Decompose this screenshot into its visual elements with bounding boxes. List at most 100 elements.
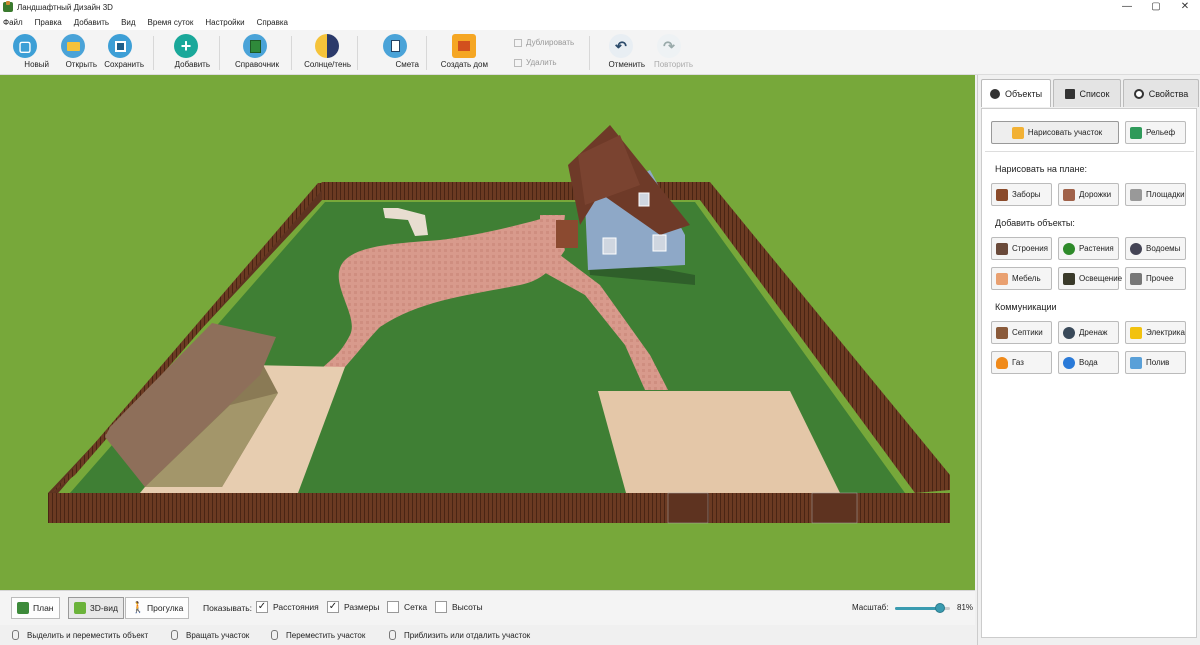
estimate-button[interactable]: Смета (371, 34, 419, 72)
tab-objects[interactable]: Объекты (981, 79, 1051, 107)
fences-button[interactable]: Заборы (991, 183, 1052, 206)
3d-viewport[interactable]: ⟲ ✋ ⁄ T ▣ ≋ (0, 75, 975, 590)
drainage-button[interactable]: Дренаж (1058, 321, 1119, 344)
area-icon (1130, 188, 1142, 201)
status-hint-rotate: Вращать участок (171, 630, 249, 640)
toolbar-divider (291, 36, 292, 70)
open-button[interactable]: Открыть (49, 34, 97, 72)
house-icon (452, 34, 476, 58)
maximize-button[interactable]: ▢ (1141, 0, 1171, 14)
draw-plot-icon (1011, 126, 1024, 139)
divider (985, 151, 1194, 152)
house-window (652, 234, 667, 252)
menu-time-of-day[interactable]: Время суток (148, 18, 194, 27)
plan-icon (17, 602, 29, 614)
status-bar: Выделить и переместить объект Вращать уч… (0, 625, 975, 645)
communications-heading: Коммуникации (995, 302, 1057, 312)
septic-button[interactable]: Септики (991, 321, 1052, 344)
gear-icon (1133, 88, 1144, 99)
objects-panel: Нарисовать участок Рельеф Нарисовать на … (981, 108, 1197, 638)
landscape-scene (48, 125, 950, 524)
add-button[interactable]: + Добавить (162, 34, 210, 72)
gas-button[interactable]: Газ (991, 351, 1052, 374)
book-icon (243, 34, 267, 58)
lamp-icon (1063, 272, 1075, 285)
watering-button[interactable]: Полив (1125, 351, 1186, 374)
buildings-button[interactable]: Строения (991, 237, 1052, 260)
draw-on-plan-heading: Нарисовать на плане: (995, 164, 1088, 174)
scale-slider-fill (895, 607, 940, 610)
water-button[interactable]: Вода (1058, 351, 1119, 374)
fence-icon (996, 188, 1008, 201)
walk-view-button[interactable]: 🚶 Прогулка (125, 597, 190, 619)
folder-icon (61, 34, 85, 58)
scale-slider[interactable] (895, 603, 950, 613)
panel-tabs: Объекты Список Свойства (981, 79, 1200, 107)
water-drop-icon (1063, 356, 1075, 369)
toolbar-divider (219, 36, 220, 70)
other-icon (1130, 272, 1142, 285)
checkmark-icon: ✓ (256, 601, 268, 613)
heights-checkbox[interactable]: Высоты (435, 601, 483, 613)
view-bar: План 3D-вид 🚶 Прогулка Показывать: ✓ Расс… (0, 590, 975, 625)
save-button[interactable]: Сохранить (96, 34, 144, 72)
pipe-icon (996, 326, 1008, 339)
areas-button[interactable]: Площадки (1125, 183, 1186, 206)
sun-shadow-button[interactable]: Солнце/тень (303, 34, 351, 72)
app-logo-icon (3, 1, 13, 12)
plants-button[interactable]: Растения (1058, 237, 1119, 260)
redo-icon: ↷ (657, 34, 681, 58)
tab-list[interactable]: Список (1053, 79, 1121, 107)
paths-button[interactable]: Дорожки (1058, 183, 1119, 206)
duplicate-button[interactable]: Дублировать (514, 38, 574, 47)
mountain-icon (1130, 126, 1142, 139)
menu-help[interactable]: Справка (257, 18, 288, 27)
create-house-button[interactable]: Создать дом (440, 34, 488, 72)
layers-icon (1064, 88, 1075, 99)
relief-button[interactable]: Рельеф (1125, 121, 1186, 144)
title-bar: Ландшафтный Дизайн 3D — ▢ ✕ (0, 0, 1200, 14)
drain-icon (1063, 326, 1075, 339)
add-objects-heading: Добавить объекты: (995, 218, 1075, 228)
draw-plot-button[interactable]: Нарисовать участок (991, 121, 1119, 144)
delete-button[interactable]: Удалить (514, 58, 557, 67)
status-hint-move: Переместить участок (271, 630, 365, 640)
reference-button[interactable]: Справочник (231, 34, 279, 72)
grid-checkbox[interactable]: Сетка (387, 601, 427, 613)
menu-add[interactable]: Добавить (74, 18, 109, 27)
minimize-button[interactable]: — (1112, 0, 1142, 14)
tab-properties[interactable]: Свойства (1123, 79, 1199, 107)
menu-file[interactable]: Файл (3, 18, 23, 27)
toolbar-divider (357, 36, 358, 70)
plan-view-button[interactable]: План (11, 597, 60, 619)
floppy-disk-icon (108, 34, 132, 58)
close-button[interactable]: ✕ (1170, 0, 1200, 14)
sizes-checkbox[interactable]: ✓ Размеры (327, 601, 379, 613)
plus-icon: + (174, 34, 198, 58)
menu-edit[interactable]: Правка (35, 18, 62, 27)
3d-view-icon (74, 602, 86, 614)
house-porch (556, 220, 578, 248)
menu-settings[interactable]: Настройки (205, 18, 244, 27)
building-icon (996, 242, 1008, 255)
walking-person-icon: 🚶 (131, 602, 145, 614)
new-button[interactable]: ▢ Новый (1, 34, 49, 72)
redo-button[interactable]: ↷ Повторить (645, 34, 693, 72)
pond-icon (1130, 242, 1142, 255)
house-window (638, 192, 650, 207)
scale-slider-knob[interactable] (934, 603, 945, 613)
ponds-button[interactable]: Водоемы (1125, 237, 1186, 260)
undo-button[interactable]: ↶ Отменить (597, 34, 645, 72)
objects-icon (989, 88, 1000, 99)
toolbar: ▢ Новый Открыть Сохранить + Добавить Спр… (0, 30, 1200, 75)
menu-view[interactable]: Вид (121, 18, 135, 27)
right-panel: Объекты Список Свойства Нарисовать участ… (977, 75, 1200, 645)
other-button[interactable]: Прочее (1125, 267, 1186, 290)
3d-view-button[interactable]: 3D-вид (68, 597, 124, 619)
furniture-button[interactable]: Мебель (991, 267, 1052, 290)
distances-checkbox[interactable]: ✓ Расстояния (256, 601, 319, 613)
menu-bar: Файл Правка Добавить Вид Время суток Нас… (0, 14, 1200, 30)
lighting-button[interactable]: Освещение (1058, 267, 1122, 290)
electric-button[interactable]: Электрика (1125, 321, 1186, 344)
window-title: Ландшафтный Дизайн 3D (17, 2, 113, 12)
